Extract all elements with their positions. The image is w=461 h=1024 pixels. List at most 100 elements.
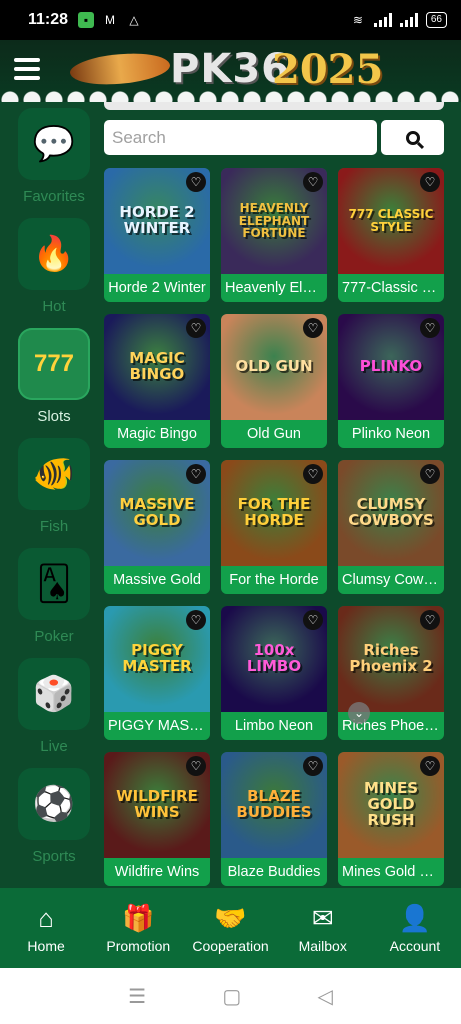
nav-account[interactable]: 👤 Account bbox=[369, 888, 461, 968]
game-logo-art: HORDE 2 WINTER bbox=[119, 203, 195, 237]
nav-label: Promotion bbox=[106, 938, 171, 954]
favorite-heart-icon[interactable]: ♡ bbox=[303, 318, 323, 338]
favorite-heart-icon[interactable]: ♡ bbox=[420, 172, 440, 192]
favorite-heart-icon[interactable]: ♡ bbox=[186, 464, 206, 484]
game-logo-art: OLD GUN bbox=[235, 357, 313, 376]
game-logo-art: 100x LIMBO bbox=[246, 641, 302, 675]
nav-label: Account bbox=[389, 938, 441, 954]
game-card[interactable]: MASSIVE GOLD ♡ Massive Gold bbox=[104, 460, 210, 594]
game-title: 777-Classic Style bbox=[338, 274, 444, 302]
home-icon: ⌂ bbox=[38, 902, 54, 933]
game-title: Old Gun bbox=[221, 420, 327, 448]
system-navigation-bar: ☰ ▢ ◁ bbox=[0, 968, 461, 1024]
cards-icon: 🂡 bbox=[18, 548, 90, 620]
favorite-heart-icon[interactable]: ♡ bbox=[186, 318, 206, 338]
favorite-heart-icon[interactable]: ♡ bbox=[303, 756, 323, 776]
app-header: PK36 2025 bbox=[0, 40, 461, 102]
game-logo-art: HEAVENLY ELEPHANT FORTUNE bbox=[238, 201, 310, 241]
nav-label: Mailbox bbox=[298, 938, 347, 954]
flame-icon: 🔥 bbox=[18, 218, 90, 290]
game-title: Heavenly Elephant Fortune bbox=[221, 274, 327, 302]
game-logo-art: CLUMSY COWBOYS bbox=[348, 495, 434, 529]
game-logo-art: PIGGY MASTER bbox=[122, 641, 192, 675]
sidebar-item-hot[interactable]: 🔥 Hot bbox=[14, 218, 94, 322]
category-sidebar: 💬 Favorites 🔥 Hot 777 Slots 🐠 Fish 🂡 Poker 🎲 Live ⚽ S… bbox=[14, 102, 94, 888]
wifi-icon: ≋ bbox=[352, 13, 363, 27]
game-logo-art: 777 CLASSIC STYLE bbox=[348, 207, 434, 234]
sidebar-item-live[interactable]: 🎲 Live bbox=[14, 658, 94, 762]
favorite-heart-icon[interactable]: ♡ bbox=[186, 172, 206, 192]
game-logo-art: MASSIVE GOLD bbox=[119, 495, 195, 529]
search-button[interactable] bbox=[381, 120, 444, 155]
game-title: Magic Bingo bbox=[104, 420, 210, 448]
sidebar-item-fish[interactable]: 🐠 Fish bbox=[14, 438, 94, 542]
bottom-navigation: ⌂ Home 🎁 Promotion 🤝 Cooperation ✉ Mailbox 👤 Acco… bbox=[0, 888, 461, 968]
game-card[interactable]: PLINKO ♡ Plinko Neon bbox=[338, 314, 444, 448]
chat-heart-icon: 💬 bbox=[18, 108, 90, 180]
sidebar-item-slots[interactable]: 777 Slots bbox=[14, 328, 94, 432]
game-card[interactable]: HORDE 2 WINTER ♡ Horde 2 Winter bbox=[104, 168, 210, 302]
sidebar-item-poker[interactable]: 🂡 Poker bbox=[14, 548, 94, 652]
game-card[interactable]: OLD GUN ♡ Old Gun bbox=[221, 314, 327, 448]
favorite-heart-icon[interactable]: ♡ bbox=[420, 318, 440, 338]
favorite-heart-icon[interactable]: ♡ bbox=[420, 464, 440, 484]
game-card[interactable]: HEAVENLY ELEPHANT FORTUNE ♡ Heavenly Eleph… bbox=[221, 168, 327, 302]
brand-year: 2025 bbox=[272, 46, 384, 93]
game-card[interactable]: WILDFIRE WINS ♡ Wildfire Wins bbox=[104, 752, 210, 886]
hamburger-menu-icon[interactable] bbox=[14, 58, 40, 80]
game-title: Wildfire Wins bbox=[104, 858, 210, 886]
favorite-heart-icon[interactable]: ♡ bbox=[303, 464, 323, 484]
game-logo-art: WILDFIRE WINS bbox=[116, 787, 198, 821]
nav-mailbox[interactable]: ✉ Mailbox bbox=[277, 888, 369, 968]
signal-icon bbox=[373, 13, 392, 27]
sidebar-item-sports[interactable]: ⚽ Sports bbox=[14, 768, 94, 872]
fish-icon: 🐠 bbox=[18, 438, 90, 510]
game-title: Clumsy Cowboys bbox=[338, 566, 444, 594]
search-icon bbox=[405, 130, 420, 145]
nav-cooperation[interactable]: 🤝 Cooperation bbox=[184, 888, 276, 968]
favorite-heart-icon[interactable]: ♡ bbox=[420, 610, 440, 630]
favorite-heart-icon[interactable]: ♡ bbox=[303, 610, 323, 630]
game-card[interactable]: 777 CLASSIC STYLE ♡ 777-Classic Style bbox=[338, 168, 444, 302]
game-logo-art: MINES GOLD RUSH bbox=[363, 779, 419, 829]
nav-label: Cooperation bbox=[192, 938, 269, 954]
signal-icon-2 bbox=[399, 13, 418, 27]
game-title: Massive Gold bbox=[104, 566, 210, 594]
game-card[interactable]: 100x LIMBO ♡ Limbo Neon bbox=[221, 606, 327, 740]
favorite-heart-icon[interactable]: ♡ bbox=[186, 610, 206, 630]
sidebar-item-label: Slots bbox=[37, 408, 71, 425]
game-card[interactable]: BLAZE BUDDIES ♡ Blaze Buddies bbox=[221, 752, 327, 886]
nav-home[interactable]: ⌂ Home bbox=[0, 888, 92, 968]
game-card[interactable]: PIGGY MASTER ♡ PIGGY MASTER bbox=[104, 606, 210, 740]
recent-apps-icon[interactable]: ☰ bbox=[128, 984, 146, 1009]
game-card[interactable]: CLUMSY COWBOYS ♡ Clumsy Cowboys bbox=[338, 460, 444, 594]
snow-decoration bbox=[0, 88, 461, 102]
sidebar-item-label: Hot bbox=[42, 298, 66, 315]
battery-indicator: 66 bbox=[425, 12, 447, 28]
dragon-decoration bbox=[68, 47, 172, 91]
game-title: Limbo Neon bbox=[221, 712, 327, 740]
nav-label: Home bbox=[27, 938, 65, 954]
game-title: Horde 2 Winter bbox=[104, 274, 210, 302]
back-icon[interactable]: ◁ bbox=[317, 984, 332, 1009]
sidebar-item-label: Favorites bbox=[23, 188, 85, 205]
game-logo-art: BLAZE BUDDIES bbox=[236, 787, 312, 821]
game-card[interactable]: MINES GOLD RUSH ♡ Mines Gold Rush bbox=[338, 752, 444, 886]
game-title: Mines Gold Rush bbox=[338, 858, 444, 886]
game-card[interactable]: FOR THE HORDE ♡ For the Horde bbox=[221, 460, 327, 594]
search-input[interactable] bbox=[104, 120, 377, 155]
dice-icon: 🎲 bbox=[18, 658, 90, 730]
drive-icon: △ bbox=[129, 13, 139, 27]
chevron-down-icon[interactable]: ⌄ bbox=[348, 702, 370, 724]
favorite-heart-icon[interactable]: ♡ bbox=[303, 172, 323, 192]
handshake-icon: 🤝 bbox=[214, 902, 247, 933]
favorite-heart-icon[interactable]: ♡ bbox=[186, 756, 206, 776]
home-square-icon[interactable]: ▢ bbox=[222, 984, 241, 1009]
sidebar-item-favorites[interactable]: 💬 Favorites bbox=[14, 108, 94, 212]
nav-promotion[interactable]: 🎁 Promotion bbox=[92, 888, 184, 968]
game-title: Plinko Neon bbox=[338, 420, 444, 448]
favorite-heart-icon[interactable]: ♡ bbox=[420, 756, 440, 776]
game-card[interactable]: MAGIC BINGO ♡ Magic Bingo bbox=[104, 314, 210, 448]
top-banner-edge bbox=[104, 102, 444, 110]
status-time: 11:28 bbox=[28, 11, 69, 28]
